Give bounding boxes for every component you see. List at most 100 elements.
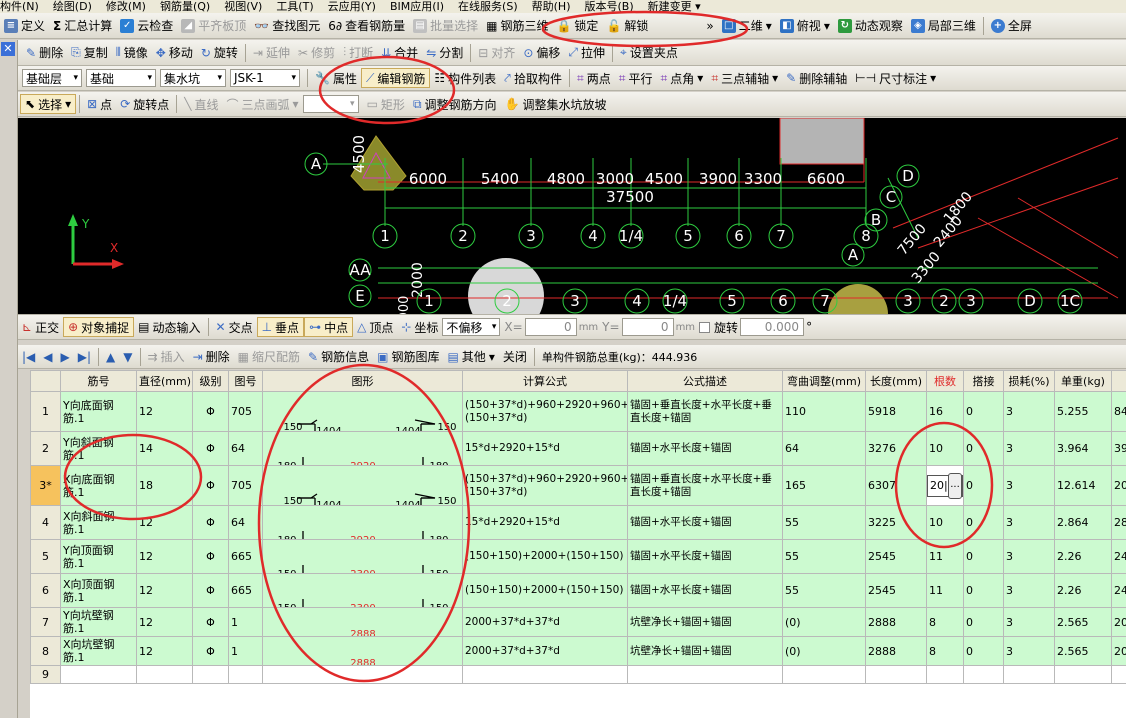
delete-row-button[interactable]: ⇥ 删除 <box>189 347 234 367</box>
lap-cell[interactable]: 0 <box>963 573 1004 608</box>
diameter-cell[interactable]: 12 <box>136 539 193 574</box>
fig-no-cell[interactable]: 665 <box>228 573 263 608</box>
arc-button[interactable]: ⌒ 三点画弧 ▾ <box>223 94 303 114</box>
lap-cell[interactable] <box>963 665 1004 684</box>
grade-cell[interactable]: Φ <box>192 465 229 506</box>
count-cell[interactable]: 11 <box>926 573 964 608</box>
rebar-3d-button[interactable]: ▦ 钢筋三维 <box>482 16 552 36</box>
sum-button[interactable]: Σ 汇总计算 <box>49 16 116 36</box>
fig-no-cell[interactable]: 705 <box>228 391 263 432</box>
header-total[interactable]: 总 <box>1111 370 1126 392</box>
table-row[interactable]: 9 <box>30 665 1126 684</box>
shape-cell[interactable] <box>262 665 463 684</box>
copy-button[interactable]: ⎘ 复制 <box>67 43 112 63</box>
formula-cell[interactable] <box>462 665 628 684</box>
count-cell[interactable]: 20|... <box>926 465 964 506</box>
mirror-button[interactable]: ⫴ 镜像 <box>112 43 152 63</box>
intersection-snap-button[interactable]: ✕ 交点 <box>212 317 257 337</box>
bend-adjust-cell[interactable]: 165 <box>782 465 866 506</box>
formula-cell[interactable]: (150+37*d)+960+2920+960+(150+37*d) <box>462 465 628 506</box>
formula-desc-cell[interactable] <box>627 665 783 684</box>
menu-modify[interactable]: 修改(M) <box>106 0 146 13</box>
shape-cell[interactable]: 180 2920 180 <box>262 431 463 466</box>
layer-select[interactable]: 基础层 <box>22 69 82 87</box>
find-shape-button[interactable]: 👓 查找图元 <box>250 16 324 36</box>
top-view-dropdown[interactable]: ◧ 俯视 ▾ <box>776 16 834 36</box>
header-shape[interactable]: 图形 <box>262 370 463 392</box>
formula-cell[interactable]: (150+37*d)+960+2920+960+(150+37*d) <box>462 391 628 432</box>
header-formula-desc[interactable]: 公式描述 <box>627 370 783 392</box>
loss-cell[interactable]: 3 <box>1003 431 1055 466</box>
extend-button[interactable]: ⇥ 延伸 <box>249 43 294 63</box>
y-input[interactable]: 0 <box>621 318 674 336</box>
header-count[interactable]: 根数 <box>926 370 964 392</box>
length-cell[interactable]: 2888 <box>865 636 927 666</box>
formula-cell[interactable]: 15*d+2920+15*d <box>462 505 628 540</box>
count-cell[interactable]: 8 <box>926 636 964 666</box>
unit-weight-cell[interactable]: 2.565 <box>1054 636 1112 666</box>
close-icon[interactable]: ✕ <box>1 42 15 56</box>
total-weight-cell[interactable] <box>1111 665 1126 684</box>
dynamic-input-button[interactable]: ▤ 动态输入 <box>134 317 204 337</box>
row-number-cell[interactable]: 3* <box>30 465 61 506</box>
bar-name-cell[interactable] <box>60 665 137 684</box>
row-number-cell[interactable]: 6 <box>30 573 61 608</box>
diameter-cell[interactable]: 12 <box>136 391 193 432</box>
lap-cell[interactable]: 0 <box>963 505 1004 540</box>
lap-cell[interactable]: 0 <box>963 431 1004 466</box>
loss-cell[interactable]: 3 <box>1003 607 1055 637</box>
bend-adjust-cell[interactable]: 55 <box>782 505 866 540</box>
length-cell[interactable]: 2888 <box>865 607 927 637</box>
diameter-cell[interactable]: 14 <box>136 431 193 466</box>
midpoint-snap-button[interactable]: ⊶ 中点 <box>304 317 354 337</box>
loss-cell[interactable]: 3 <box>1003 539 1055 574</box>
offset-button[interactable]: ⊙ 偏移 <box>519 43 564 63</box>
select-button[interactable]: ⬉ 选择 ▾ <box>20 94 77 114</box>
table-row[interactable]: 6X向顶面钢筋.112Φ665 150 2300 150 (150+150)+2000+… <box>30 573 1126 608</box>
set-point-button[interactable]: ⌖ 设置夹点 <box>616 43 682 63</box>
total-weight-cell[interactable]: 20 <box>1111 607 1126 637</box>
total-weight-cell[interactable]: 20 <box>1111 465 1126 506</box>
shape-select[interactable] <box>302 95 359 113</box>
header-unit-weight[interactable]: 单重(kg) <box>1054 370 1112 392</box>
loss-cell[interactable]: 3 <box>1003 391 1055 432</box>
more-button[interactable]: » <box>702 16 717 36</box>
delete-button[interactable]: ✎ 删除 <box>22 43 67 63</box>
prev-record-button[interactable]: ◀ <box>39 347 56 367</box>
unit-weight-cell[interactable]: 5.255 <box>1054 391 1112 432</box>
diameter-cell[interactable] <box>136 665 193 684</box>
ortho-button[interactable]: ⊾ 正交 <box>18 317 63 337</box>
header-diameter[interactable]: 直径(mm) <box>136 370 193 392</box>
shape-cell[interactable]: 150 2300 150 <box>262 539 463 574</box>
last-record-button[interactable]: ▶| <box>74 347 95 367</box>
lap-cell[interactable]: 0 <box>963 391 1004 432</box>
header-formula[interactable]: 计算公式 <box>462 370 628 392</box>
lap-cell[interactable]: 0 <box>963 539 1004 574</box>
menu-newchange[interactable]: 新建变更 ▾ <box>648 0 701 13</box>
header-bend-adjust[interactable]: 弯曲调整(mm) <box>782 370 866 392</box>
grade-cell[interactable]: Φ <box>192 573 229 608</box>
lap-cell[interactable]: 0 <box>963 636 1004 666</box>
length-cell[interactable]: 6307 <box>865 465 927 506</box>
row-number-cell[interactable]: 7 <box>30 607 61 637</box>
bend-adjust-cell[interactable]: 55 <box>782 573 866 608</box>
grade-cell[interactable] <box>192 665 229 684</box>
formula-desc-cell[interactable]: 锚固+水平长度+锚固 <box>627 539 783 574</box>
formula-desc-cell[interactable]: 锚固+垂直长度+水平长度+垂直长度+锚固 <box>627 391 783 432</box>
loss-cell[interactable]: 3 <box>1003 505 1055 540</box>
fig-no-cell[interactable]: 1 <box>228 607 263 637</box>
table-row[interactable]: 8 X向坑壁钢筋.1 12 Φ 1 2888 2000+37*d+37*d 坑壁净长+锚固+锚… <box>30 636 1126 666</box>
unit-weight-cell[interactable]: 2.864 <box>1054 505 1112 540</box>
grade-cell[interactable]: Φ <box>192 539 229 574</box>
diameter-cell[interactable]: 12 <box>136 636 193 666</box>
merge-button[interactable]: ⇊ 合并 <box>377 43 422 63</box>
dynamic-view-button[interactable]: ↻ 动态观察 <box>834 16 907 36</box>
menu-help[interactable]: 帮助(H) <box>532 0 571 13</box>
edit-rebar-button[interactable]: ⟋ 编辑钢筋 <box>360 68 431 88</box>
delete-aux-button[interactable]: ✎ 删除辅轴 <box>782 68 851 88</box>
header-fig-no[interactable]: 图号 <box>228 370 263 392</box>
unlock-button[interactable]: 🔓 解锁 <box>602 16 652 36</box>
formula-cell[interactable]: 2000+37*d+37*d <box>462 636 628 666</box>
bend-adjust-cell[interactable]: 64 <box>782 431 866 466</box>
bar-name-cell[interactable]: Y向底面钢筋.1 <box>60 391 137 432</box>
